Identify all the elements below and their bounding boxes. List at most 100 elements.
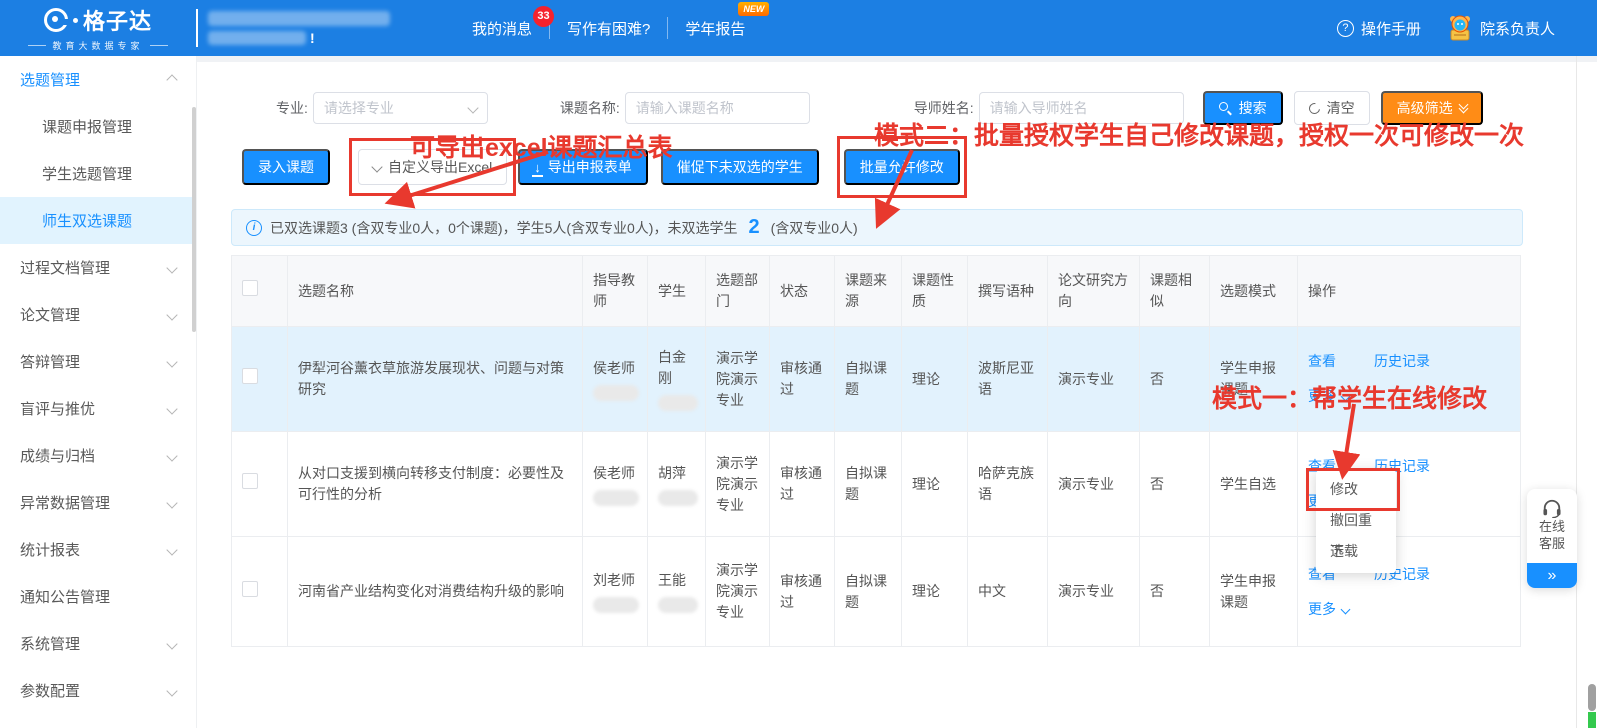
similarity-cell: 否 (1140, 327, 1210, 432)
annotation-mode1: 模式一：帮学生在线修改 (1212, 379, 1487, 415)
summary-text: 已双选课题3 (含双专业0人，0个课题)，学生5人(含双专业0人)，未双选学生 (270, 218, 737, 238)
add-topic-button[interactable]: 录入课题 (242, 149, 330, 185)
menu-item-modify[interactable]: 修改 (1316, 474, 1396, 505)
chevron-down-icon (373, 163, 381, 171)
major-select[interactable]: 请选择专业 (313, 92, 488, 124)
batch-allow-modify-button[interactable]: 批量允许修改 (844, 149, 960, 185)
similarity-cell: 否 (1140, 432, 1210, 537)
sidebar: 选题管理 课题申报管理 学生选题管理 师生双选课题 过程文档管理 论文管理 答辩… (0, 56, 197, 728)
topic-title: 伊犁河谷薰衣草旅游发展现状、问题与对策研究 (288, 327, 583, 432)
sidebar-item-parameters[interactable]: 参数配置 (0, 667, 196, 714)
sidebar-item-defense-management[interactable]: 答辩管理 (0, 338, 196, 385)
sidebar-item-notice[interactable]: 通知公告管理 (0, 573, 196, 620)
redacted-name-blur (658, 597, 698, 613)
online-service-widget[interactable]: 在线 客服 » (1527, 489, 1577, 588)
search-icon (1219, 102, 1232, 115)
status-cell: 审核通过 (770, 537, 835, 647)
sidebar-item-process-docs[interactable]: 过程文档管理 (0, 244, 196, 291)
sidebar-item-mutual-selection[interactable]: 师生双选课题 (0, 197, 196, 244)
urge-students-button[interactable]: 催促下未双选的学生 (661, 149, 819, 185)
col-direction: 论文研究方向 (1048, 256, 1140, 327)
table-header-row: 选题名称 指导教师 学生 选题部门 状态 课题来源 课题性质 撰写语种 论文研究… (232, 256, 1521, 327)
sidebar-scrollbar-thumb[interactable] (192, 107, 196, 332)
manual-link[interactable]: ? 操作手册 (1337, 18, 1421, 39)
topic-name-input[interactable]: 请输入课题名称 (625, 92, 810, 124)
col-mode: 选题模式 (1210, 256, 1298, 327)
language-cell: 波斯尼亚语 (968, 327, 1048, 432)
sidebar-item-abnormal-data[interactable]: 异常数据管理 (0, 479, 196, 526)
student-cell: 王能 (648, 537, 706, 647)
header-checkbox-cell (232, 256, 288, 327)
brand-tagline: 教育大数据专家 (28, 39, 167, 52)
mode-cell: 学生自选 (1210, 432, 1298, 537)
row-checkbox[interactable] (242, 473, 258, 489)
menu-item-withdraw-reselect[interactable]: 撤回重选 (1316, 505, 1396, 536)
topic-title: 从对口支援到横向转移支付制度：必要性及可行性的分析 (288, 432, 583, 537)
status-cell: 审核通过 (770, 327, 835, 432)
major-label: 专业: (276, 98, 308, 118)
col-source: 课题来源 (835, 256, 902, 327)
batch-highlight-box: 批量允许修改 (844, 149, 960, 185)
question-circle-icon: ? (1337, 20, 1354, 37)
row-checkbox[interactable] (242, 581, 258, 597)
top-header: 格子达 教育大数据专家 ! 我的消息 33 写作有困难? 学年报告 NEW ? … (0, 0, 1597, 56)
page: { "header": { "logo": {"brand": "格子达", "… (0, 0, 1597, 728)
new-badge: NEW (738, 2, 769, 16)
brand-name: 格子达 (83, 4, 152, 36)
page-scrollbar-thumb[interactable] (1588, 684, 1596, 711)
col-similarity: 课题相似 (1140, 256, 1210, 327)
nav-separator (667, 17, 668, 39)
logo-g-icon (44, 8, 68, 32)
scroll-track-line (1576, 56, 1577, 728)
sidebar-item-topic-declare[interactable]: 课题申报管理 (0, 103, 196, 150)
sidebar-item-topic-management[interactable]: 选题管理 (0, 56, 196, 103)
department-cell: 演示学院演示专业 (706, 432, 770, 537)
service-label-line2: 客服 (1539, 535, 1565, 552)
sidebar-item-system[interactable]: 系统管理 (0, 620, 196, 667)
nav-my-messages[interactable]: 我的消息 33 (470, 18, 534, 39)
more-link[interactable]: 更多 (1308, 599, 1510, 620)
nature-cell: 理论 (902, 327, 968, 432)
annotation-export-excel: 可导出excel课题汇总表 (410, 128, 673, 164)
col-status: 状态 (770, 256, 835, 327)
chevron-down-icon (469, 104, 477, 112)
headset-icon (1541, 498, 1563, 518)
teacher-name-label: 导师姓名: (914, 98, 974, 118)
similarity-cell: 否 (1140, 537, 1210, 647)
sidebar-item-statistics[interactable]: 统计报表 (0, 526, 196, 573)
select-all-checkbox[interactable] (242, 280, 258, 296)
sidebar-item-thesis-management[interactable]: 论文管理 (0, 291, 196, 338)
history-link[interactable]: 历史记录 (1374, 351, 1430, 372)
unselected-count: 2 (748, 216, 759, 239)
language-cell: 中文 (968, 537, 1048, 647)
info-icon: i (246, 220, 262, 236)
col-advisor: 指导教师 (583, 256, 648, 327)
service-expand-button[interactable]: » (1527, 563, 1577, 588)
status-cell: 审核通过 (770, 432, 835, 537)
summary-info-bar: i 已双选课题3 (含双专业0人，0个课题)，学生5人(含双专业0人)，未双选学… (231, 209, 1523, 246)
menu-item-download[interactable]: 下载 (1316, 536, 1396, 567)
source-cell: 自拟课题 (835, 432, 902, 537)
nav-annual-report[interactable]: 学年报告 NEW (683, 18, 747, 39)
mode-cell: 学生申报课题 (1210, 537, 1298, 647)
view-link[interactable]: 查看 (1308, 351, 1336, 372)
direction-cell: 演示专业 (1048, 432, 1140, 537)
chevron-down-icon (168, 405, 176, 413)
row-checkbox[interactable] (242, 368, 258, 384)
chevron-down-icon (168, 452, 176, 460)
col-student: 学生 (648, 256, 706, 327)
redacted-name-blur (593, 490, 639, 506)
col-nature: 课题性质 (902, 256, 968, 327)
col-department: 选题部门 (706, 256, 770, 327)
sidebar-item-student-topic[interactable]: 学生选题管理 (0, 150, 196, 197)
user-role[interactable]: 院系负责人 (1447, 14, 1555, 42)
redacted-name-blur (658, 395, 698, 411)
service-label-line1: 在线 (1539, 518, 1565, 535)
sidebar-item-blind-review[interactable]: 盲评与推优 (0, 385, 196, 432)
source-cell: 自拟课题 (835, 327, 902, 432)
sidebar-item-grades-archive[interactable]: 成绩与归档 (0, 432, 196, 479)
chevron-down-icon (168, 687, 176, 695)
student-cell: 白金刚 (648, 327, 706, 432)
school-name-line2-blur (208, 31, 306, 45)
nav-writing-help[interactable]: 写作有困难? (565, 18, 652, 39)
